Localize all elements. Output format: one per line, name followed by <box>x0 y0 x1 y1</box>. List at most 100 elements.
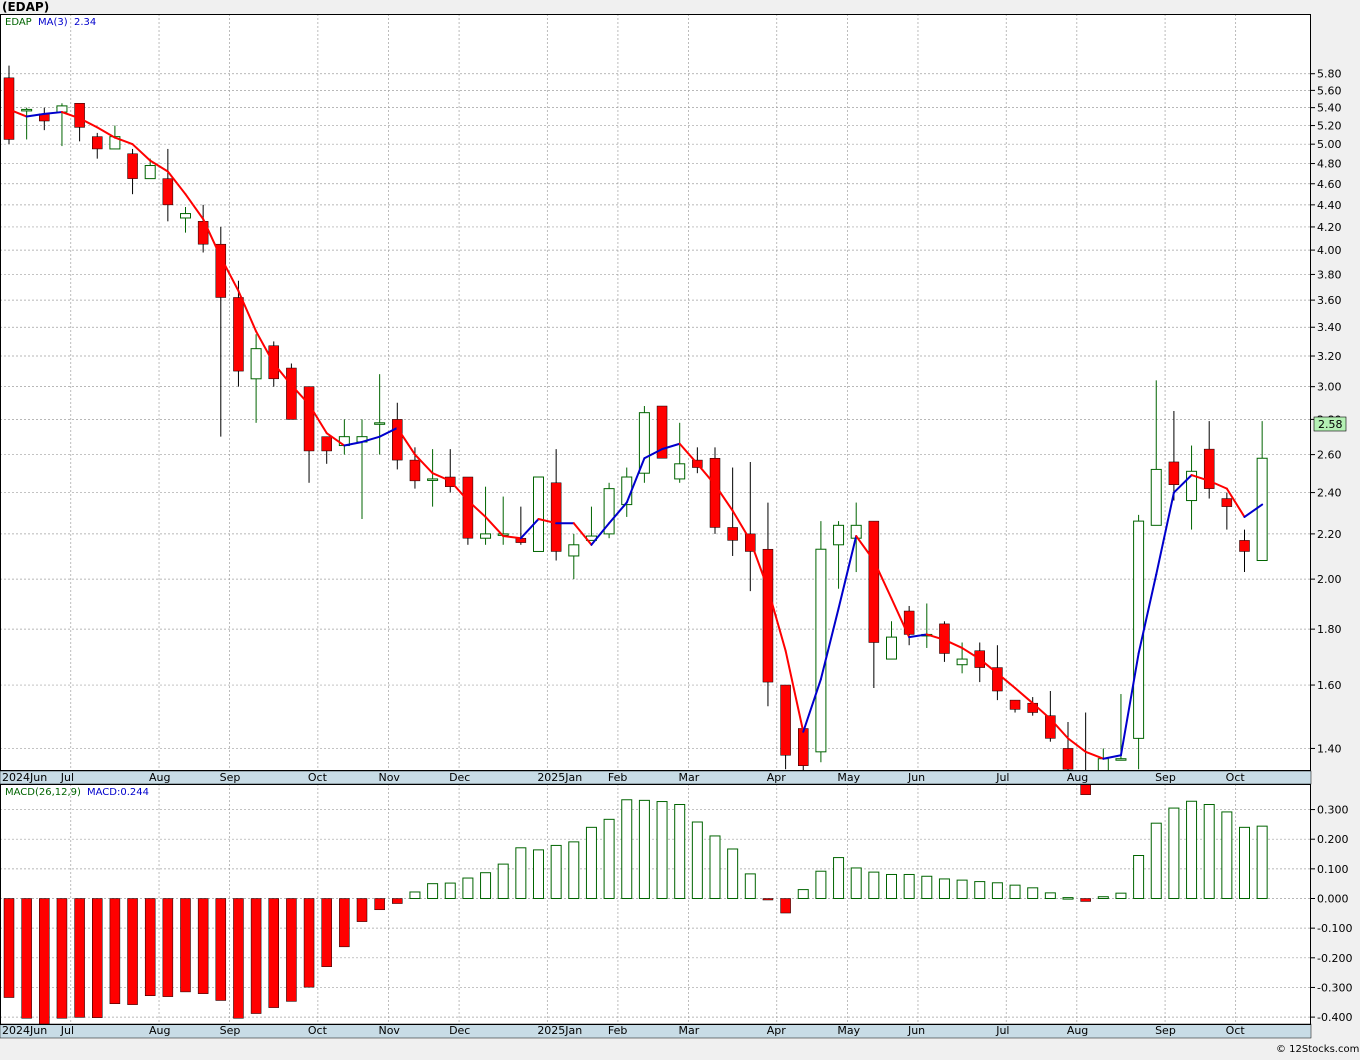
macd-bar <box>339 898 350 948</box>
macd-bar <box>56 898 68 1019</box>
chart-canvas: 5.80 5.60 5.40 5.20 5.00 4.80 4.60 4.40 4.20 4.00… <box>0 0 1360 1056</box>
macd-bar <box>144 898 156 997</box>
macd-bar <box>903 873 915 900</box>
candle-body <box>798 728 809 766</box>
price-tick-label: 4.40 <box>1317 199 1342 212</box>
macd-bar <box>638 799 650 900</box>
month-label: Aug <box>149 1024 170 1037</box>
macd-bar <box>815 870 827 899</box>
macd-bar <box>797 889 809 899</box>
price-tick-label: 1.40 <box>1317 742 1342 755</box>
candle-body <box>480 533 492 539</box>
macd-bar <box>427 883 439 899</box>
price-tick-label: 4.20 <box>1317 221 1342 234</box>
macd-bar <box>268 898 279 1008</box>
candle-body <box>180 213 191 219</box>
candle-body <box>74 103 85 128</box>
macd-tick-label: -0.400 <box>1317 1011 1352 1024</box>
macd-bar <box>356 898 368 922</box>
month-label: May <box>837 771 860 784</box>
candle-body <box>409 459 421 482</box>
macd-bar <box>250 898 262 1014</box>
macd-bar <box>1133 855 1145 900</box>
month-label: Oct <box>1226 771 1246 784</box>
macd-bar <box>1168 807 1180 900</box>
candle-body <box>956 658 968 666</box>
candle-body <box>550 482 562 552</box>
candle-body <box>374 422 386 425</box>
macd-legend-label: MACD(26,12,9) <box>5 787 81 798</box>
candle-body <box>638 412 650 474</box>
macd-tick-label: 0.300 <box>1317 804 1349 817</box>
macd-bar <box>127 898 138 1005</box>
month-label: Oct <box>1226 1024 1246 1037</box>
price-tick-label: 3.80 <box>1317 268 1342 281</box>
month-label: Nov <box>378 771 400 784</box>
macd-bar <box>303 898 315 988</box>
candle-body <box>250 348 262 380</box>
month-label: 2025Jan <box>537 1024 582 1037</box>
macd-tick-label: -0.100 <box>1317 922 1352 935</box>
price-tick-label: 1.80 <box>1317 623 1342 636</box>
macd-bar <box>727 848 739 899</box>
price-tick-label: 4.00 <box>1317 244 1342 257</box>
candle-body <box>321 436 332 452</box>
month-label: Dec <box>449 771 470 784</box>
macd-bar <box>497 863 509 900</box>
macd-bar <box>21 898 32 1019</box>
macd-bar <box>762 898 774 901</box>
candle-body <box>21 108 33 112</box>
month-label: Sep <box>1155 771 1176 784</box>
macd-bar <box>833 857 845 900</box>
macd-bar <box>215 898 227 1001</box>
price-tick-label: 5.60 <box>1317 84 1342 97</box>
month-label: 2024Jun <box>2 1024 47 1037</box>
price-panel <box>0 14 1311 771</box>
macd-bar <box>886 873 897 900</box>
price-tick-label: 3.00 <box>1317 381 1342 394</box>
month-label: Apr <box>767 771 787 784</box>
price-tick-label: 5.40 <box>1317 102 1342 115</box>
month-label: Jul <box>60 771 74 784</box>
candle-body <box>144 165 156 180</box>
price-tick-label: 3.20 <box>1317 350 1342 363</box>
candle-body <box>1062 748 1074 770</box>
macd-tick-label: -0.200 <box>1317 952 1352 965</box>
macd-bar <box>603 818 615 899</box>
macd-bar <box>180 898 191 993</box>
price-tick-label: 1.60 <box>1317 679 1342 692</box>
month-label: 2024Jun <box>2 771 47 784</box>
macd-bar <box>1027 887 1039 899</box>
macd-bar <box>1256 825 1268 899</box>
macd-bar <box>1150 822 1162 900</box>
candle-body <box>127 153 138 179</box>
credit-text: © 12Stocks.com <box>1276 1044 1359 1055</box>
month-label: Oct <box>308 1024 328 1037</box>
candle-body <box>1009 699 1021 710</box>
macd-panel <box>0 784 1311 1024</box>
macd-bar <box>197 898 209 994</box>
ma-legend-label: MA(3) <box>38 17 68 28</box>
macd-bar <box>850 867 862 900</box>
month-label: 2025Jan <box>537 771 582 784</box>
price-tick-label: 2.00 <box>1317 573 1342 586</box>
candle-body <box>92 136 103 150</box>
macd-bar <box>74 898 85 1018</box>
candle-body <box>1027 702 1038 713</box>
macd-bar <box>744 873 756 900</box>
month-label: Aug <box>149 771 170 784</box>
macd-bar <box>392 898 403 904</box>
month-label: Jul <box>60 1024 74 1037</box>
price-tick-label: 2.20 <box>1317 528 1342 541</box>
month-label: Aug <box>1067 1024 1088 1037</box>
month-label: Jun <box>907 771 925 784</box>
macd-bar <box>709 835 721 899</box>
month-label: Mar <box>679 1024 700 1037</box>
macd-bar <box>1062 897 1074 900</box>
macd-tick-label: -0.300 <box>1317 981 1352 994</box>
ma-legend-value: 2.34 <box>74 17 96 28</box>
macd-bar <box>533 849 544 900</box>
macd-bar <box>374 898 385 911</box>
macd-bar <box>1044 892 1056 900</box>
macd-bar <box>462 877 474 900</box>
